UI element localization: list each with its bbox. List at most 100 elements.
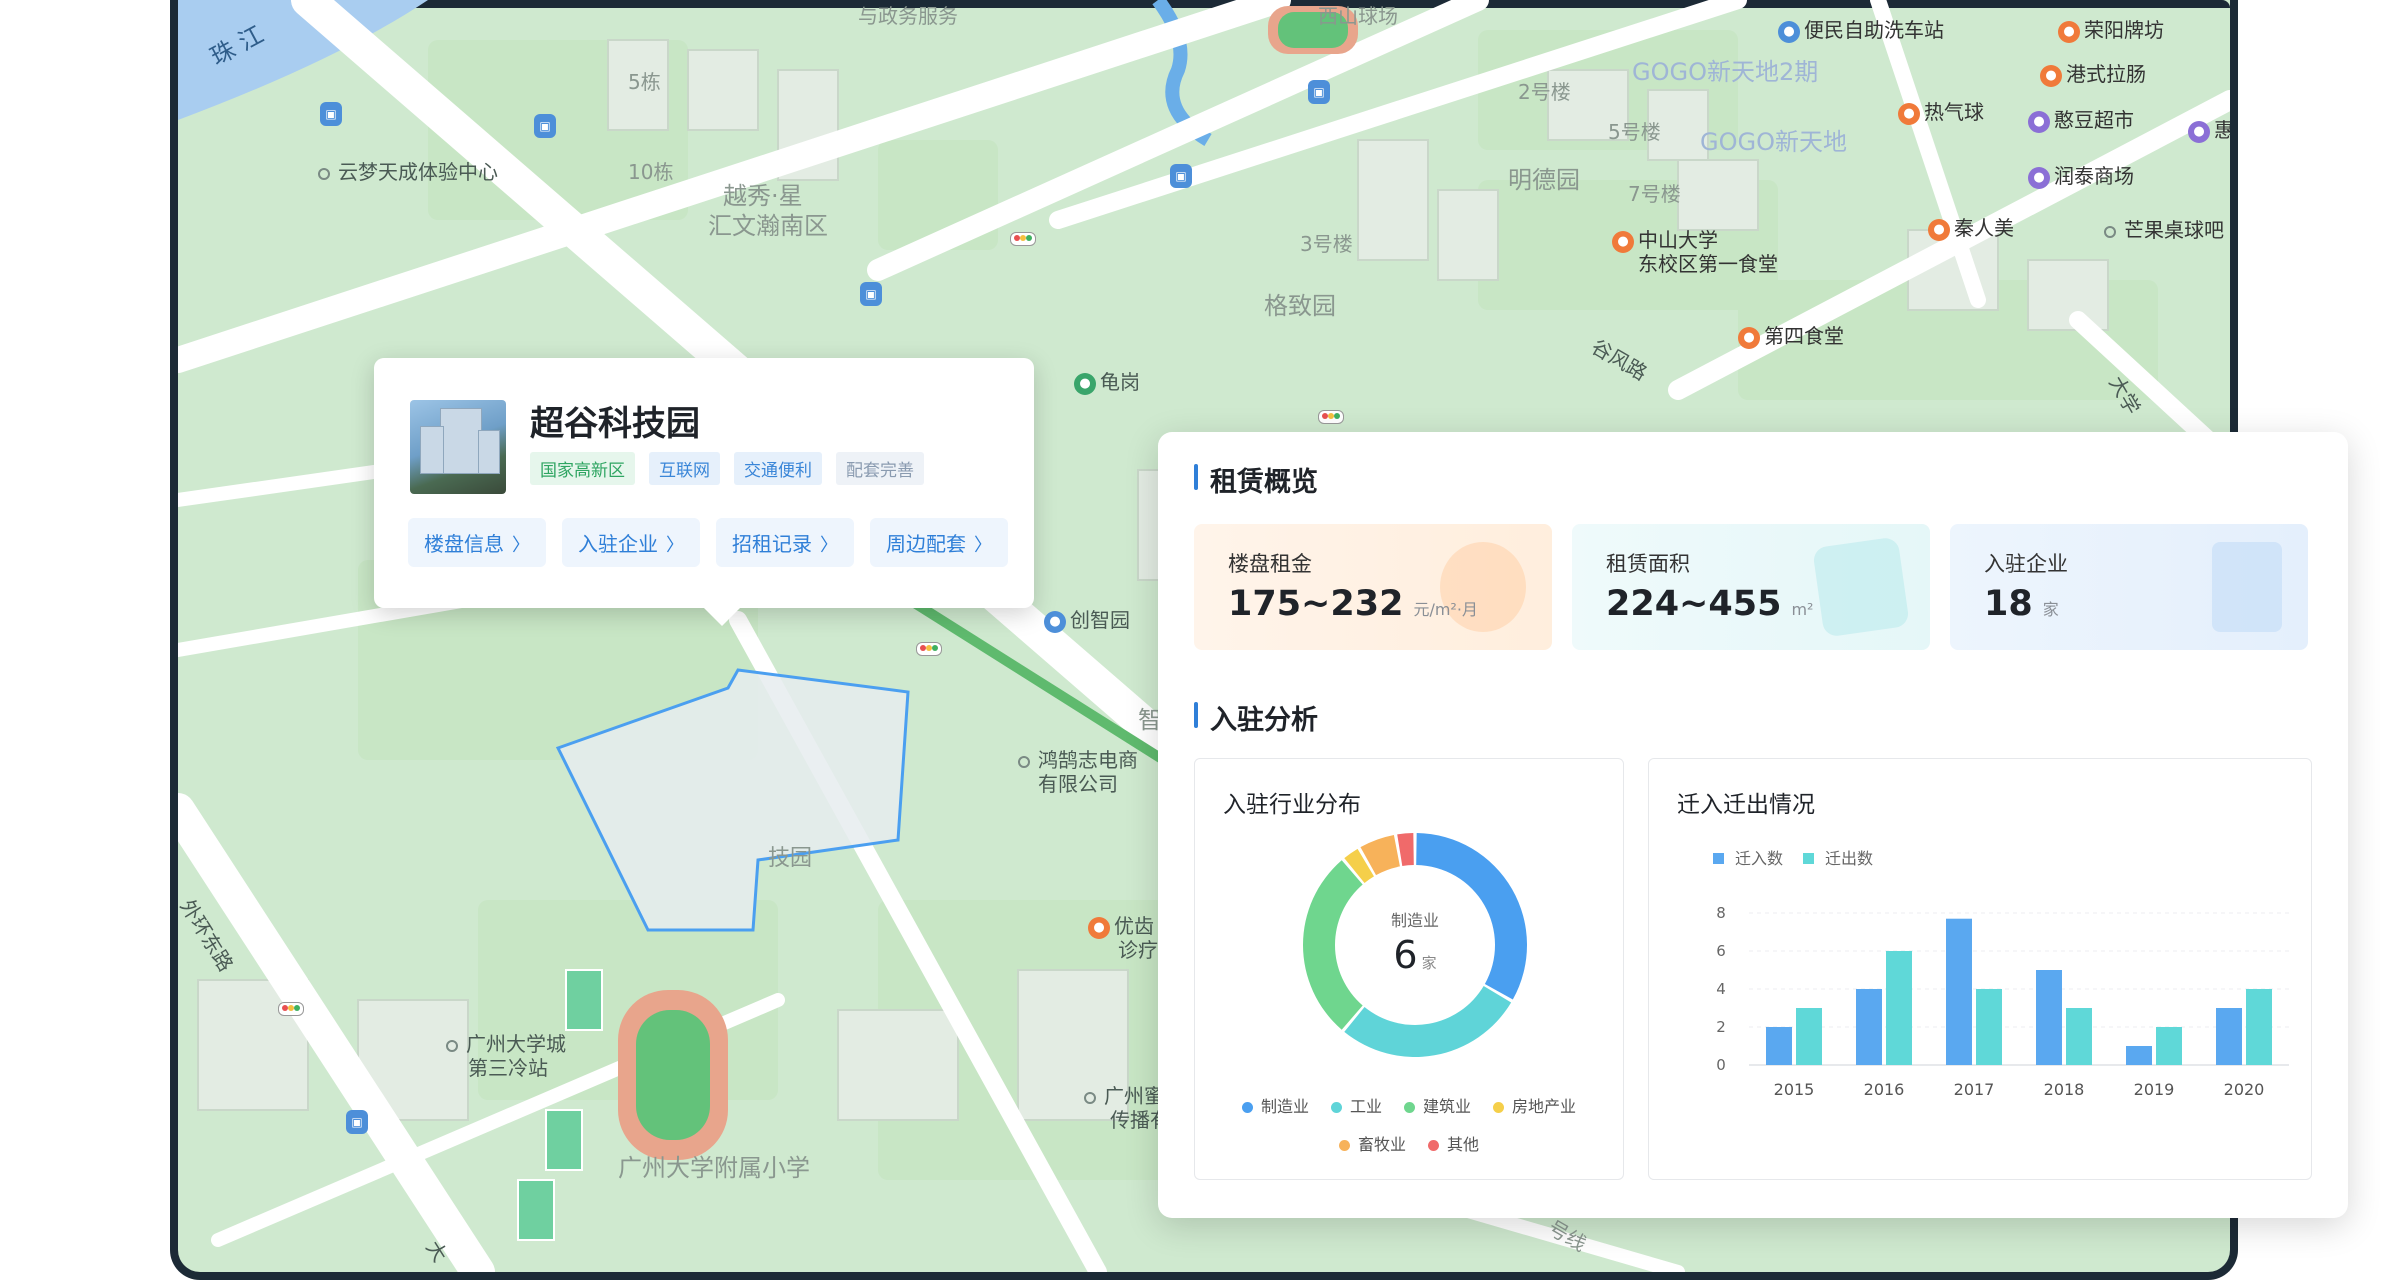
legend-label: 迁入数 — [1735, 849, 1783, 868]
map-poi[interactable]: ● 便民自助洗车站 — [1778, 14, 1944, 43]
park-icon: ● — [1074, 372, 1096, 395]
bar[interactable] — [1766, 1027, 1792, 1065]
leasing-records-button[interactable]: 招租记录〉 — [716, 518, 854, 567]
map-poi[interactable]: ● 憨豆超市 — [2028, 104, 2134, 133]
map-poi[interactable]: ● 港式拉肠 — [2040, 58, 2146, 87]
map-poi-label: 东校区第一食堂 — [1638, 252, 1778, 276]
stat-card-tenants: 入驻企业 18 家 — [1950, 524, 2308, 650]
tenants-button[interactable]: 入驻企业〉 — [562, 518, 700, 567]
map-label-building: 2号楼 — [1518, 80, 1571, 104]
map-label-poi: ● 龟岗 — [1074, 366, 1140, 395]
document-icon — [2212, 542, 2282, 632]
shop-icon: ● — [2028, 110, 2050, 133]
building-icon: ● — [1044, 610, 1066, 633]
park-thumbnail — [410, 400, 506, 494]
dot-icon — [1018, 755, 1030, 768]
area-icon — [1812, 536, 1910, 638]
y-tick-label: 0 — [1716, 1056, 1726, 1074]
building-info-button[interactable]: 楼盘信息〉 — [408, 518, 546, 567]
bar[interactable] — [2126, 1046, 2152, 1065]
park-tag: 互联网 — [649, 452, 720, 485]
chevron-right-icon: 〉 — [974, 535, 992, 556]
bar[interactable] — [1976, 989, 2002, 1065]
map-label-poi: ● 创智园 — [1044, 604, 1130, 633]
industry-chart-title: 入驻行业分布 — [1223, 792, 1361, 818]
rent-overview-title: 租赁概览 — [1194, 460, 1318, 499]
bar[interactable] — [2156, 1027, 2182, 1065]
map-label-poi: 第三冷站 — [468, 1056, 548, 1080]
map-label-poi: 有限公司 — [1038, 772, 1118, 796]
bar[interactable] — [1856, 989, 1882, 1065]
traffic-light-icon — [278, 1002, 304, 1016]
legend-item[interactable]: 房地产业 — [1493, 1093, 1576, 1117]
restaurant-icon: ● — [1928, 218, 1950, 241]
analysis-panel: 租赁概览 楼盘租金 175~232 元/m²·月 租赁面积 224~455 m² 入… — [1158, 432, 2348, 1218]
bar[interactable] — [1886, 951, 1912, 1065]
stat-card-rent: 楼盘租金 175~232 元/m²·月 — [1194, 524, 1552, 650]
bar[interactable] — [1946, 918, 1972, 1065]
x-tick-label: 2018 — [2044, 1080, 2085, 1099]
shop-icon: ● — [2028, 166, 2050, 189]
chevron-right-icon: 〉 — [820, 535, 838, 556]
stat-card-area: 租赁面积 224~455 m² — [1572, 524, 1930, 650]
park-info-card[interactable]: 超谷科技园 国家高新区 互联网 交通便利 配套完善 楼盘信息〉 入驻企业〉 招租… — [374, 358, 1034, 626]
traffic-light-icon — [1010, 232, 1036, 246]
map-poi[interactable]: ● 荣阳牌坊 — [2058, 14, 2164, 43]
analysis-title: 入驻分析 — [1194, 698, 1318, 737]
bus-stop-icon[interactable]: ▣ — [346, 1110, 368, 1134]
y-tick-label: 8 — [1716, 904, 1726, 922]
legend-item[interactable]: 工业 — [1330, 1093, 1382, 1117]
donut-legend: 制造业 工业 建筑业 房地产业 畜牧业 其他 — [1195, 1093, 1623, 1169]
bar[interactable] — [2216, 1008, 2242, 1065]
chevron-right-icon: 〉 — [666, 535, 684, 556]
legend-item[interactable]: 畜牧业 — [1338, 1131, 1406, 1155]
bus-stop-icon[interactable]: ▣ — [320, 102, 342, 126]
legend-item[interactable]: 建筑业 — [1404, 1093, 1471, 1117]
landmark-icon: ● — [2058, 20, 2080, 43]
park-card-actions: 楼盘信息〉 入驻企业〉 招租记录〉 周边配套〉 — [408, 518, 1008, 567]
y-tick-label: 2 — [1716, 1018, 1726, 1036]
legend-swatch — [1803, 853, 1814, 864]
map-poi[interactable]: ● 润泰商场 — [2028, 160, 2134, 189]
restaurant-icon: ● — [2040, 64, 2062, 87]
map-label-school: 广州大学附属小学 — [618, 1154, 810, 1182]
clinic-icon: ● — [1088, 916, 1110, 939]
map-poi[interactable]: ● 第四食堂 — [1738, 320, 1844, 349]
legend-swatch — [1713, 853, 1724, 864]
map-label-mall: GOGO新天地2期 — [1632, 58, 1819, 86]
map-label-building: 10栋 — [628, 160, 674, 184]
legend-swatch — [1404, 1102, 1415, 1113]
legend-swatch — [1330, 1102, 1342, 1113]
map-poi[interactable]: 芒果桌球吧 — [2104, 214, 2224, 243]
donut-center-value: 6家 — [1393, 933, 1437, 977]
map-poi[interactable]: ● 热气球 — [1898, 96, 1984, 125]
legend-item[interactable]: 制造业 — [1241, 1093, 1309, 1117]
bar[interactable] — [2246, 989, 2272, 1065]
map-label-building: 5号楼 — [1608, 120, 1661, 144]
bar[interactable] — [1796, 1008, 1822, 1065]
bus-stop-icon[interactable]: ▣ — [1170, 164, 1192, 188]
map-label-community: 汇文瀚南区 — [708, 212, 828, 240]
dot-icon — [2104, 225, 2116, 238]
migration-bar-chart[interactable]: 迁入数 迁出数 0 2 4 6 8 2015 2016 2017 2018 2019 2020 — [1649, 759, 2311, 1179]
map-poi[interactable]: ● 惠 — [2188, 114, 2230, 143]
nearby-facilities-button[interactable]: 周边配套〉 — [870, 518, 1008, 567]
bus-stop-icon[interactable]: ▣ — [860, 282, 882, 306]
stat-value: 224~455 m² — [1606, 584, 1814, 624]
x-tick-label: 2016 — [1864, 1080, 1905, 1099]
map-label-mall: GOGO新天地 — [1700, 128, 1847, 156]
restaurant-icon: ● — [1738, 326, 1760, 349]
stat-label: 入驻企业 — [1984, 552, 2068, 576]
y-tick-label: 4 — [1716, 980, 1726, 998]
bar[interactable] — [2036, 970, 2062, 1065]
bus-stop-icon[interactable]: ▣ — [1308, 80, 1330, 104]
bar[interactable] — [2066, 1008, 2092, 1065]
map-poi[interactable]: ● 秦人美 — [1928, 212, 2014, 241]
bus-stop-icon[interactable]: ▣ — [534, 114, 556, 138]
park-title: 超谷科技园 — [530, 404, 700, 444]
map-label-building: 5栋 — [628, 70, 661, 94]
map-label-building: 7号楼 — [1628, 182, 1681, 206]
legend-swatch — [1241, 1102, 1253, 1113]
car-wash-icon: ● — [1778, 20, 1800, 43]
legend-item[interactable]: 其他 — [1428, 1131, 1479, 1155]
